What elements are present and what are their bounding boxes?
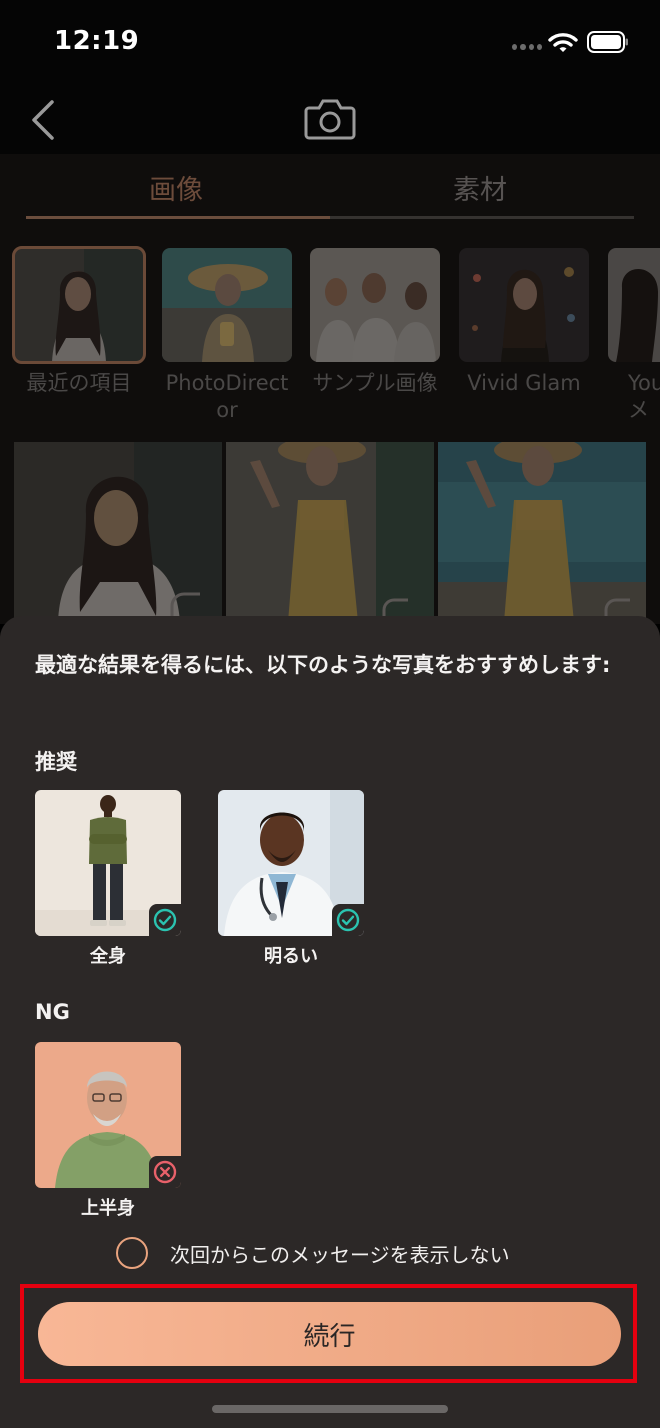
dont-show-again-radio[interactable] — [116, 1237, 148, 1269]
album-label: サンプル画像 — [312, 371, 438, 395]
continue-button-highlight: 続行 — [20, 1284, 637, 1383]
source-tabs: 画像 素材 — [26, 154, 634, 222]
cellular-signal-icon — [512, 44, 542, 52]
dont-show-again-option[interactable]: 次回からこのメッセージを表示しない — [116, 1236, 510, 1270]
sample-caption: 上半身 — [81, 1198, 135, 1219]
status-bar: 12:19 — [0, 0, 660, 88]
album-youcam[interactable]: You メ — [608, 248, 660, 424]
sample-photo-upper-body — [35, 1042, 181, 1188]
recommended-heading: 推奨 — [35, 750, 77, 774]
continue-button[interactable]: 続行 — [38, 1302, 621, 1366]
back-chevron-icon[interactable] — [28, 98, 58, 142]
check-icon — [332, 904, 364, 936]
sample-photo-full-body — [35, 790, 181, 936]
check-icon — [149, 904, 181, 936]
ng-heading: NG — [35, 1000, 70, 1024]
album-list: 最近の項目 PhotoDirector サンプル画像 Vivid Glam Yo… — [0, 246, 660, 428]
photo-grid-item[interactable] — [438, 442, 646, 622]
sample-caption: 全身 — [90, 946, 126, 967]
home-indicator[interactable] — [212, 1405, 448, 1413]
sample-full-body: 全身 — [35, 790, 181, 968]
album-thumbnail — [12, 246, 146, 364]
photo-grid — [14, 442, 654, 624]
sample-caption: 明るい — [264, 946, 318, 967]
album-photodirector[interactable]: PhotoDirector — [162, 248, 292, 424]
sample-bright: 明るい — [218, 790, 364, 968]
recommendation-sheet: 最適な結果を得るには、以下のような写真をおすすめします: 推奨 全身 明るい N… — [0, 616, 660, 1428]
album-vivid-glam[interactable]: Vivid Glam — [459, 248, 589, 397]
tab-images[interactable]: 画像 — [26, 168, 326, 207]
status-time: 12:19 — [54, 26, 140, 56]
album-label: You メ — [628, 371, 660, 422]
album-label: 最近の項目 — [26, 371, 132, 395]
tab-active-indicator — [26, 216, 330, 219]
album-thumbnail — [608, 248, 660, 362]
nav-bar — [0, 88, 660, 154]
tab-divider — [330, 216, 634, 219]
wifi-icon — [548, 33, 578, 52]
album-samples[interactable]: サンプル画像 — [310, 248, 440, 397]
camera-icon[interactable] — [304, 96, 356, 140]
album-thumbnail — [459, 248, 589, 362]
cross-icon — [149, 1156, 181, 1188]
photo-grid-item[interactable] — [226, 442, 434, 622]
album-thumbnail — [162, 248, 292, 362]
tab-materials[interactable]: 素材 — [330, 168, 630, 207]
photo-picker-background: 画像 素材 最近の項目 PhotoDirector サンプル画像 Vivid G… — [0, 154, 660, 624]
album-label: Vivid Glam — [467, 371, 581, 395]
battery-icon — [587, 31, 628, 53]
sample-photo-bright — [218, 790, 364, 936]
recommendation-message: 最適な結果を得るには、以下のような写真をおすすめします: — [35, 653, 611, 677]
album-label: PhotoDirector — [165, 371, 289, 422]
dont-show-again-label: 次回からこのメッセージを表示しない — [170, 1242, 510, 1267]
album-recent[interactable]: 最近の項目 — [12, 246, 146, 397]
sample-upper-body: 上半身 — [35, 1042, 181, 1220]
photo-grid-item[interactable] — [14, 442, 222, 622]
album-thumbnail — [310, 248, 440, 362]
